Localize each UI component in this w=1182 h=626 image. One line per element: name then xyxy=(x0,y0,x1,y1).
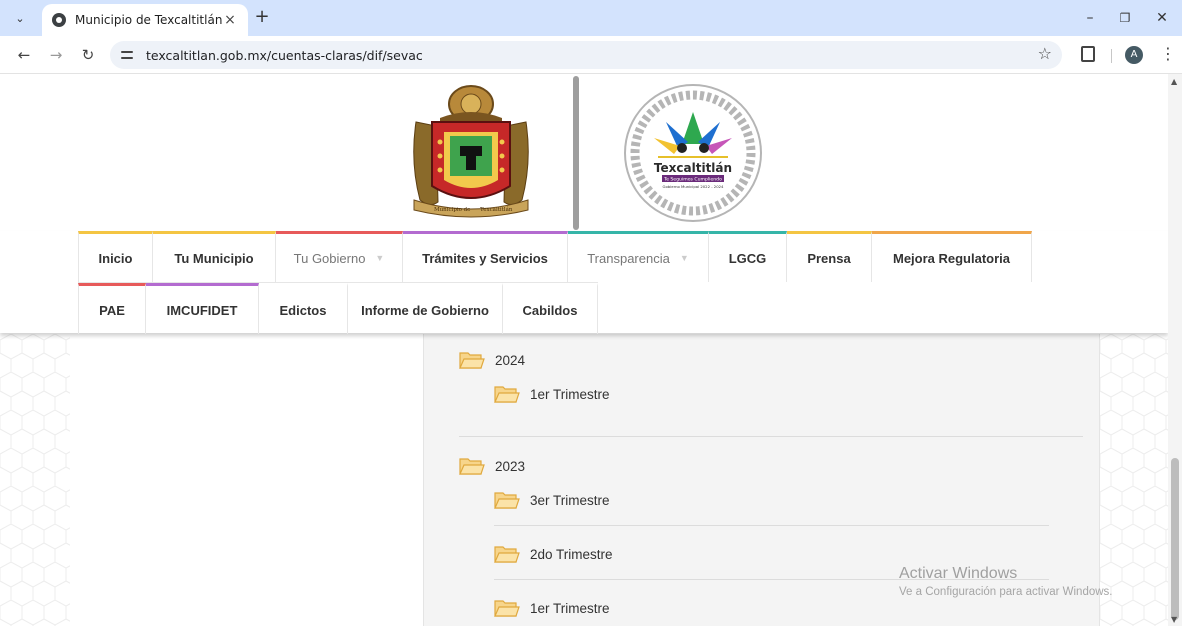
nav-row-2: PAE IMCUFIDET Edictos Informe de Gobiern… xyxy=(78,282,598,334)
item-divider xyxy=(494,525,1049,526)
scroll-down-arrow-icon[interactable]: ▼ xyxy=(1171,615,1177,624)
nav-item-edictos[interactable]: Edictos xyxy=(259,283,348,334)
section-divider xyxy=(459,436,1083,437)
folder-2023-3er-trimestre[interactable]: 3er Trimestre xyxy=(494,490,610,510)
tab-strip: ⌄ Municipio de Texcaltitlán × + – ❐ ✕ xyxy=(0,0,1182,36)
svg-text:Te Seguimos Cumpliendo: Te Seguimos Cumpliendo xyxy=(663,177,722,183)
scroll-up-arrow-icon[interactable]: ▲ xyxy=(1171,77,1177,86)
nav-row-1: Inicio Tu Municipio Tu Gobierno ▼ Trámite… xyxy=(78,231,1032,282)
nav-item-imcufidet[interactable]: IMCUFIDET xyxy=(146,283,259,334)
dropdown-caret-icon: ▼ xyxy=(375,253,385,263)
tab-title: Municipio de Texcaltitlán xyxy=(75,13,222,27)
folder-icon xyxy=(459,458,485,475)
new-tab-button[interactable]: + xyxy=(252,8,272,28)
folder-year-2023[interactable]: 2023 xyxy=(459,456,525,476)
activate-windows-watermark: Activar Windows Ve a Configuración para … xyxy=(899,565,1113,598)
svg-text:Texcaltitlán: Texcaltitlán xyxy=(480,206,513,213)
profile-avatar[interactable]: A xyxy=(1125,46,1143,64)
folder-2023-1er-trimestre[interactable]: 1er Trimestre xyxy=(494,598,610,618)
close-window-button[interactable]: ✕ xyxy=(1152,8,1172,28)
address-bar[interactable]: texcaltitlan.gob.mx/cuentas-claras/dif/s… xyxy=(110,41,1062,69)
nav-item-tu-municipio[interactable]: Tu Municipio xyxy=(153,231,276,282)
folder-icon xyxy=(494,386,520,403)
folder-icon xyxy=(494,492,520,509)
nav-item-mejora-regulatoria[interactable]: Mejora Regulatoria xyxy=(872,231,1032,282)
page-scrollbar[interactable]: ▲ ▼ xyxy=(1168,74,1182,626)
administration-logo[interactable]: Texcaltitlán Te Seguimos Cumpliendo Gobi… xyxy=(622,82,764,224)
active-tab[interactable]: Municipio de Texcaltitlán × xyxy=(42,4,248,36)
nav-item-tramites-y-servicios[interactable]: Trámites y Servicios xyxy=(403,231,568,282)
nav-item-tu-gobierno[interactable]: Tu Gobierno ▼ xyxy=(276,231,403,282)
watermark-title: Activar Windows xyxy=(899,565,1018,582)
svg-text:Municipio de: Municipio de xyxy=(434,207,470,213)
svg-text:Gobierno Municipal 2022 - 2024: Gobierno Municipal 2022 - 2024 xyxy=(663,184,724,189)
nav-item-informe-de-gobierno[interactable]: Informe de Gobierno xyxy=(348,283,503,334)
browser-toolbar: ← → ↻ texcaltitlan.gob.mx/cuentas-claras… xyxy=(0,36,1182,74)
restore-button[interactable]: ❐ xyxy=(1115,8,1135,28)
municipal-crest-logo[interactable]: Municipio de Texcaltitlán xyxy=(410,82,532,218)
minimize-button[interactable]: – xyxy=(1080,8,1100,28)
nav-item-pae[interactable]: PAE xyxy=(78,283,146,334)
extensions-puzzle-icon[interactable] xyxy=(1081,46,1095,62)
url-text[interactable]: texcaltitlan.gob.mx/cuentas-claras/dif/s… xyxy=(146,48,423,63)
forward-arrow-icon[interactable]: → xyxy=(46,45,66,65)
honeycomb-pattern-left xyxy=(0,334,70,626)
back-arrow-icon[interactable]: ← xyxy=(14,45,34,65)
scrollbar-thumb[interactable] xyxy=(1171,458,1179,620)
bookmark-star-icon[interactable]: ☆ xyxy=(1038,44,1052,63)
nav-item-inicio[interactable]: Inicio xyxy=(78,231,153,282)
header-divider xyxy=(573,76,579,230)
close-tab-icon[interactable]: × xyxy=(222,12,238,28)
nav-item-cabildos[interactable]: Cabildos xyxy=(503,283,598,334)
site-info-icon[interactable] xyxy=(120,47,136,63)
folder-icon xyxy=(459,352,485,369)
main-navigation: Inicio Tu Municipio Tu Gobierno ▼ Trámite… xyxy=(0,231,1168,334)
nav-item-transparencia[interactable]: Transparencia ▼ xyxy=(568,231,709,282)
folder-icon xyxy=(494,546,520,563)
watermark-subtitle: Ve a Configuración para activar Windows. xyxy=(899,586,1113,598)
toolbar-separator xyxy=(1111,49,1112,63)
dropdown-caret-icon: ▼ xyxy=(679,253,689,263)
site-header: Municipio de Texcaltitlán Texcaltitlán T… xyxy=(0,74,1168,232)
tab-search-chevron-icon[interactable]: ⌄ xyxy=(8,7,32,29)
more-menu-icon[interactable]: ⋮ xyxy=(1160,44,1176,64)
svg-text:Texcaltitlán: Texcaltitlán xyxy=(654,161,732,175)
nav-item-lgcg[interactable]: LGCG xyxy=(709,231,787,282)
globe-icon xyxy=(52,13,66,27)
page-viewport: Municipio de Texcaltitlán Texcaltitlán T… xyxy=(0,74,1168,626)
folder-2024-1er-trimestre[interactable]: 1er Trimestre xyxy=(494,384,610,404)
folder-icon xyxy=(494,600,520,617)
folder-2023-2do-trimestre[interactable]: 2do Trimestre xyxy=(494,544,613,564)
nav-item-prensa[interactable]: Prensa xyxy=(787,231,872,282)
reload-icon[interactable]: ↻ xyxy=(78,45,98,65)
folder-year-2024[interactable]: 2024 xyxy=(459,350,525,370)
